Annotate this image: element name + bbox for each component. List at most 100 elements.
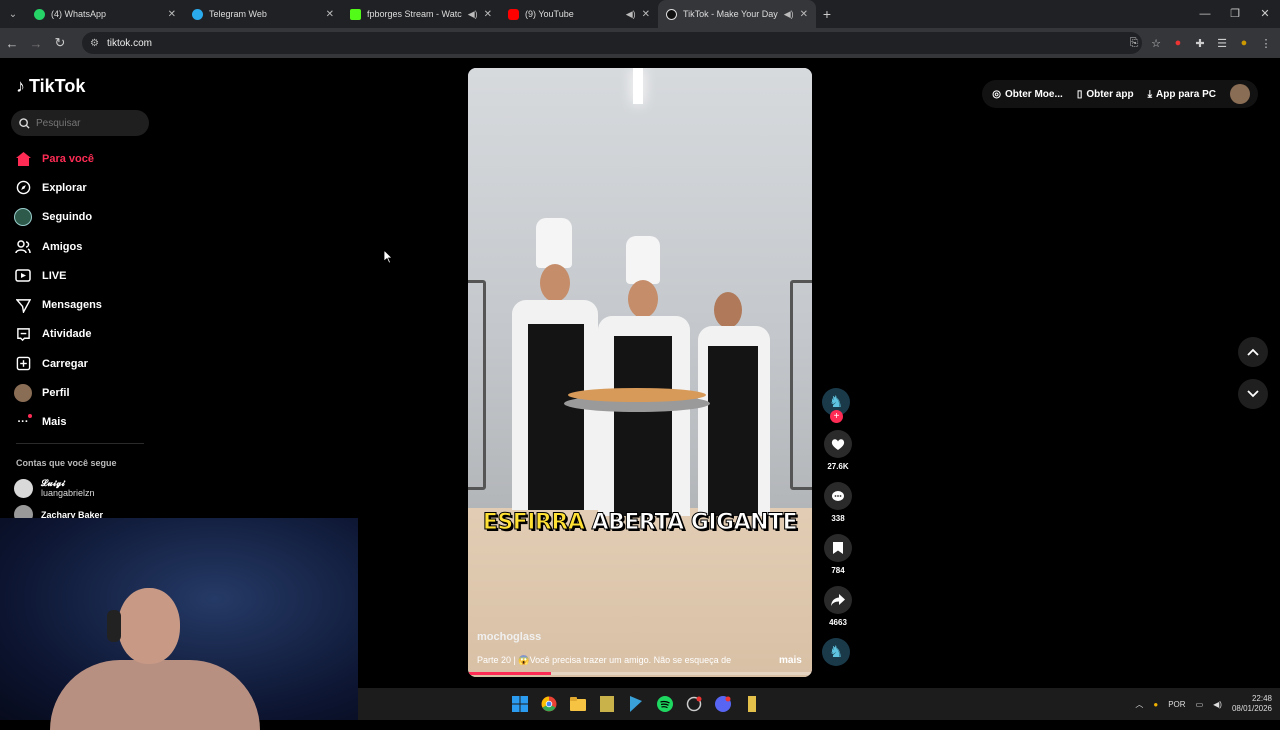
browser-tab[interactable]: fpborges Stream - Watch Li ◀) ✕ — [342, 0, 500, 28]
heart-icon — [824, 430, 852, 458]
chrome-icon[interactable] — [539, 694, 559, 714]
close-tab-icon[interactable]: ✕ — [168, 9, 176, 20]
music-disc-icon[interactable]: ♞ — [822, 638, 850, 666]
language-indicator[interactable]: POR — [1168, 700, 1185, 709]
speaker-icon[interactable]: ◀) — [784, 9, 794, 20]
minimize-icon[interactable]: — — [1190, 0, 1220, 28]
bookmark-star-icon[interactable]: ☆ — [1148, 35, 1164, 51]
sidebar-item-explorar[interactable]: Explorar — [14, 173, 144, 202]
new-tab-button[interactable]: + — [816, 6, 838, 22]
system-tray: ︿ ● POR ▭ ◀) 22:48 08/01/2026 — [1135, 688, 1272, 720]
app-icon[interactable] — [684, 694, 704, 714]
search-box[interactable] — [11, 110, 149, 136]
more-link[interactable]: mais — [779, 655, 802, 666]
reload-icon[interactable]: ↻ — [48, 35, 72, 51]
menu-kebab-icon[interactable]: ⋮ — [1258, 35, 1274, 51]
speaker-icon[interactable]: ◀) — [626, 9, 636, 20]
maximize-icon[interactable]: ❐ — [1220, 0, 1250, 28]
video-progress-fill — [468, 672, 551, 675]
sidebar-item-mensagens[interactable]: Mensagens — [14, 290, 144, 319]
volume-icon[interactable]: ◀) — [1213, 700, 1222, 709]
browser-tab-active[interactable]: TikTok - Make Your Day ◀) ✕ — [658, 0, 816, 28]
windows-start-icon[interactable] — [510, 694, 530, 714]
chevron-up-icon — [1247, 343, 1259, 361]
forward-icon[interactable]: → — [24, 36, 48, 51]
speaker-icon[interactable]: ◀) — [468, 9, 478, 20]
clock[interactable]: 22:48 08/01/2026 — [1232, 694, 1272, 714]
video-author[interactable]: mochoglass — [477, 631, 541, 643]
sidebar-item-para-voce[interactable]: Para você — [14, 144, 144, 173]
close-tab-icon[interactable]: ✕ — [326, 9, 334, 20]
kick-icon — [350, 8, 361, 20]
video-progress-bar[interactable] — [468, 672, 812, 675]
profile-icon[interactable]: ● — [1236, 35, 1252, 51]
video-player[interactable]: ESFIRRA ABERTA GIGANTE mochoglass Parte … — [468, 68, 812, 677]
like-action[interactable]: 27.6K — [822, 430, 854, 471]
sidebar-item-amigos[interactable]: Amigos — [14, 232, 144, 261]
extensions-icon[interactable]: ✚ — [1192, 35, 1208, 51]
save-action[interactable]: 784 — [822, 534, 854, 575]
network-icon[interactable]: ▭ — [1196, 700, 1204, 709]
sidebar-item-carregar[interactable]: Carregar — [14, 349, 144, 378]
discord-icon[interactable] — [713, 694, 733, 714]
creator-avatar[interactable]: ♞ + — [822, 388, 850, 423]
app-icon[interactable] — [742, 694, 762, 714]
browser-tab[interactable]: (4) WhatsApp ✕ — [26, 0, 184, 28]
sidebar-item-live[interactable]: LIVE — [14, 261, 144, 290]
install-app-icon[interactable]: ⎘ — [1126, 35, 1142, 51]
browser-tab[interactable]: Telegram Web ✕ — [184, 0, 342, 28]
browser-tab[interactable]: (9) YouTube ◀) ✕ — [500, 0, 658, 28]
sidebar-item-label: Para você — [42, 152, 94, 165]
get-app-button[interactable]: ▯ Obter app — [1077, 89, 1134, 100]
pc-app-button[interactable]: ⤓ App para PC — [1148, 89, 1216, 100]
close-tab-icon[interactable]: ✕ — [642, 9, 650, 20]
extension-red-icon[interactable]: ● — [1170, 35, 1186, 51]
clock-time: 22:48 — [1251, 694, 1272, 703]
close-tab-icon[interactable]: ✕ — [800, 9, 808, 20]
home-icon — [14, 150, 32, 168]
sidebar-item-seguindo[interactable]: Seguindo — [14, 203, 144, 232]
media-control-icon[interactable]: ☰ — [1214, 35, 1230, 51]
chevron-up-icon[interactable]: ︿ — [1135, 699, 1143, 710]
more-icon: ··· — [14, 413, 32, 431]
share-action[interactable]: 4663 — [822, 586, 854, 627]
next-video-button[interactable] — [1238, 379, 1268, 409]
comment-action[interactable]: 338 — [822, 482, 854, 523]
tab-search-icon[interactable]: ⌄ — [0, 0, 26, 28]
sidebar-item-perfil[interactable]: Perfil — [14, 378, 144, 407]
close-tab-icon[interactable]: ✕ — [484, 9, 492, 20]
app-icon[interactable] — [597, 694, 617, 714]
search-input[interactable] — [36, 117, 136, 129]
app-icon[interactable] — [626, 694, 646, 714]
following-section-title: Contas que você segue — [16, 458, 117, 468]
follow-plus-icon[interactable]: + — [830, 410, 843, 423]
user-avatar[interactable] — [1230, 84, 1250, 104]
like-count: 27.6K — [827, 462, 849, 471]
music-avatar-icon: ♞ — [828, 644, 844, 661]
get-coins-button[interactable]: ◎ Obter Moe... — [992, 89, 1063, 100]
friends-icon — [14, 238, 32, 256]
url-text: tiktok.com — [106, 37, 152, 49]
site-info-icon[interactable]: ⚙ — [90, 38, 99, 49]
microphone-icon[interactable]: ● — [1153, 700, 1158, 709]
sidebar-item-mais[interactable]: ··· Mais — [14, 408, 144, 437]
close-window-icon[interactable]: ✕ — [1250, 0, 1280, 28]
bunk-bed-right — [790, 280, 812, 490]
share-icon — [824, 586, 852, 614]
following-avatar-icon — [14, 208, 32, 227]
esfirra-food — [568, 388, 706, 402]
windows-taskbar: ︿ ● POR ▭ ◀) 22:48 08/01/2026 — [358, 688, 1280, 720]
save-count: 784 — [831, 566, 845, 575]
following-account[interactable]: 𝓛𝓾𝓲𝓰𝓲 luangabrielzn — [14, 478, 95, 498]
sidebar-item-atividade[interactable]: Atividade — [14, 320, 144, 349]
live-icon — [14, 267, 32, 285]
file-explorer-icon[interactable] — [568, 694, 588, 714]
account-handle: luangabrielzn — [41, 488, 95, 498]
spotify-icon[interactable] — [655, 694, 675, 714]
chevron-down-icon — [1247, 385, 1259, 403]
url-input[interactable]: ⚙ tiktok.com — [82, 32, 1142, 54]
youtube-icon — [508, 8, 519, 20]
back-icon[interactable]: ← — [0, 36, 24, 51]
previous-video-button[interactable] — [1238, 337, 1268, 367]
tiktok-logo[interactable]: ♪ TikTok — [16, 76, 85, 97]
